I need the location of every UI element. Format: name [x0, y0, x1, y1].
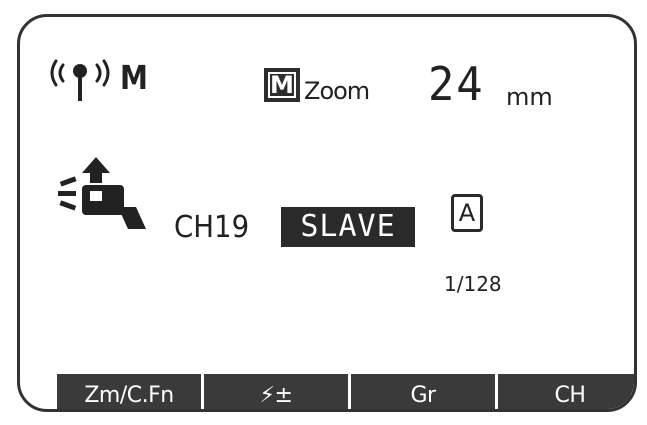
zoom-mode-badge: M: [264, 68, 300, 102]
softkey-flash-compensation[interactable]: ⚡±: [204, 374, 348, 409]
flash-lcd-screen: M M Zoom 24 mm CH19 SLAVE A 1/128 Zm/C.F…: [17, 14, 637, 412]
zoom-value: 24: [428, 57, 485, 111]
channel-text: CH19: [174, 210, 250, 245]
radio-wireless-icon: [50, 59, 110, 101]
zoom-unit: mm: [506, 83, 553, 111]
softkey-bar: Zm/C.Fn ⚡± Gr CH: [57, 374, 634, 409]
flash-mode-text: M: [120, 58, 148, 97]
zoom-label: Zoom: [304, 77, 370, 105]
group-badge: A: [451, 194, 483, 232]
softkey-channel[interactable]: CH: [498, 374, 634, 409]
softkey-zoom-custom-function[interactable]: Zm/C.Fn: [57, 374, 201, 409]
slave-flash-icon: [58, 157, 146, 229]
flash-power-text: 1/128: [444, 272, 502, 296]
slave-role-badge: SLAVE: [281, 207, 415, 247]
softkey-group[interactable]: Gr: [351, 374, 495, 409]
